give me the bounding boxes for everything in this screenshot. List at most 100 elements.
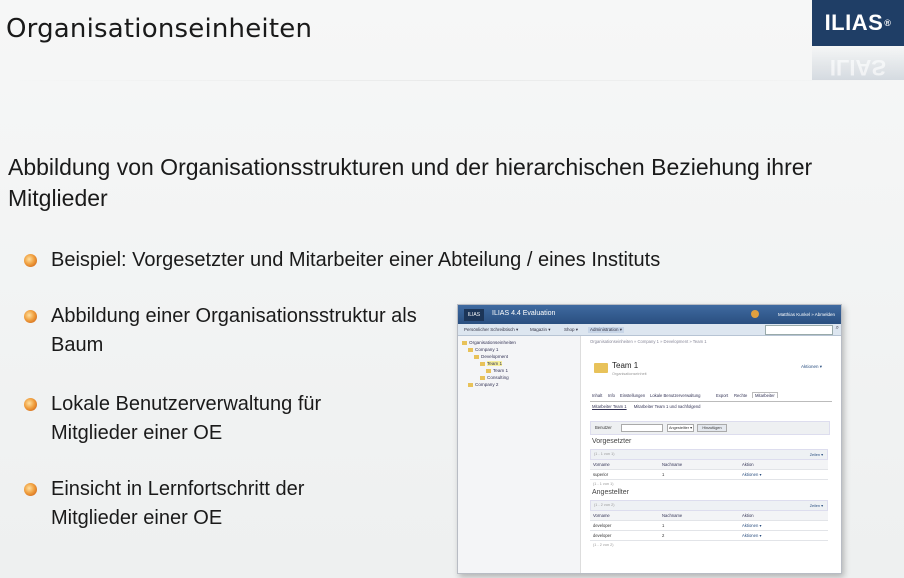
bullet-item: Beispiel: Vorgesetzter und Mitarbeiter e… bbox=[24, 246, 784, 275]
rows-dropdown[interactable]: Zeilen ▾ bbox=[810, 452, 823, 457]
column-header[interactable]: Nachname bbox=[662, 462, 682, 467]
folder-icon bbox=[486, 369, 491, 373]
row-actions-dropdown[interactable]: Aktionen ▾ bbox=[742, 472, 762, 477]
table-cell: 2 bbox=[662, 533, 665, 538]
tree-node-label: Company 2 bbox=[475, 382, 499, 387]
table-toolbar: (1 - 1 von 1) Zeilen ▾ bbox=[590, 449, 828, 460]
tree-node-label: Team 1 bbox=[487, 361, 503, 366]
tab-export[interactable]: Export bbox=[716, 393, 728, 398]
logo-reflection: ILIAS bbox=[812, 46, 904, 80]
bullet-icon bbox=[24, 310, 37, 323]
search-icon[interactable]: ⌕ bbox=[836, 325, 839, 332]
logo-mark: ® bbox=[884, 18, 892, 28]
bullet-icon bbox=[24, 483, 37, 496]
tree-node-label: Company 1 bbox=[475, 347, 499, 352]
tree-node[interactable]: Team 1 bbox=[486, 368, 508, 373]
rows-dropdown[interactable]: Zeilen ▾ bbox=[810, 503, 823, 508]
bullet-item: Abbildung einer Organisationsstruktur al… bbox=[24, 302, 424, 360]
tab-mitarbeiter[interactable]: Mitarbeiter bbox=[752, 392, 778, 398]
tree-node-label: Development bbox=[481, 354, 509, 359]
folder-icon bbox=[468, 348, 473, 352]
add-button[interactable]: Hinzufügen bbox=[697, 424, 727, 432]
user-label: Benutzer bbox=[595, 425, 612, 430]
screenshot-search-input[interactable] bbox=[765, 325, 833, 335]
bullet-text: Beispiel: Vorgesetzter und Mitarbeiter e… bbox=[51, 249, 661, 271]
bullet-text: Lokale Benutzerverwaltung für Mitglieder… bbox=[51, 393, 322, 444]
bullet-item: Lokale Benutzerverwaltung für Mitglieder… bbox=[24, 390, 384, 448]
embedded-screenshot: ILIAS ILIAS 4.4 Evaluation Matthias Kunk… bbox=[457, 304, 842, 574]
nav-item[interactable]: Administration ▾ bbox=[588, 327, 625, 333]
screenshot-nav: Persönlicher Schreibtisch ▾ Magazin ▾ Sh… bbox=[458, 324, 841, 336]
logo-text: ILIAS bbox=[824, 10, 884, 35]
tree-node[interactable]: Organisationseinheiten bbox=[462, 340, 516, 345]
table-cell: developer bbox=[593, 523, 612, 528]
user-input[interactable] bbox=[621, 424, 663, 432]
tree-node[interactable]: Consulting bbox=[480, 375, 509, 380]
bullet-item: Einsicht in Lernfortschritt der Mitglied… bbox=[24, 475, 344, 533]
bullet-icon bbox=[24, 254, 37, 267]
add-user-form: Benutzer Angestellter ▾ Hinzufügen bbox=[590, 421, 830, 435]
ilias-logo: ILIAS ® bbox=[812, 0, 904, 46]
screenshot-app-title: ILIAS 4.4 Evaluation bbox=[492, 310, 556, 317]
table-cell: 1 bbox=[662, 523, 665, 528]
logo-reflection-text: ILIAS bbox=[829, 55, 887, 80]
table-cell: 1 bbox=[662, 472, 665, 477]
tab-inhalt[interactable]: Inhalt bbox=[592, 393, 602, 398]
table-count: (1 - 1 von 1) bbox=[594, 452, 615, 456]
object-subtitle: Organisationseinheit bbox=[612, 372, 647, 376]
tree-node[interactable]: Company 2 bbox=[468, 382, 499, 387]
breadcrumb[interactable]: Organisationseinheiten » Company 1 » Dev… bbox=[590, 339, 707, 344]
subtab-team[interactable]: Mitarbeiter Team 1 bbox=[592, 404, 627, 409]
section-title: Angestellter bbox=[592, 489, 629, 496]
folder-icon bbox=[474, 355, 479, 359]
object-title: Team 1 bbox=[612, 361, 639, 370]
table-cell: superior bbox=[593, 472, 609, 477]
column-header[interactable]: Nachname bbox=[662, 513, 682, 518]
bullet-text: Abbildung einer Organisationsstruktur al… bbox=[51, 305, 417, 356]
tree-node[interactable]: Company 1 bbox=[468, 347, 499, 352]
bullet-icon bbox=[24, 398, 37, 411]
actions-dropdown[interactable]: Aktionen ▾ bbox=[801, 364, 822, 370]
tab-rechte[interactable]: Rechte bbox=[734, 393, 747, 398]
folder-icon bbox=[480, 362, 485, 366]
table-cell: developer bbox=[593, 533, 612, 538]
subtab-bar: Mitarbeiter Team 1 Mitarbeiter Team 1 un… bbox=[592, 404, 707, 409]
table-count: (1 - 1 von 1) bbox=[593, 482, 614, 486]
screenshot-logo: ILIAS bbox=[464, 309, 484, 321]
nav-item[interactable]: Persönlicher Schreibtisch ▾ bbox=[464, 327, 518, 333]
column-header: Aktion bbox=[742, 462, 754, 467]
nav-item[interactable]: Magazin ▾ bbox=[530, 327, 551, 333]
screenshot-main: Organisationseinheiten » Company 1 » Dev… bbox=[586, 336, 836, 573]
employee-table: (1 - 2 von 2) Zeilen ▾ Vorname Nachname Akt… bbox=[590, 500, 828, 549]
tab-einstellungen[interactable]: Einstellungen bbox=[620, 393, 645, 398]
screenshot-tree-panel: Organisationseinheiten Company 1 Develop… bbox=[458, 336, 581, 573]
tab-info[interactable]: Info bbox=[608, 393, 615, 398]
screenshot-user[interactable]: Matthias Kunkel » Abmelden bbox=[778, 312, 835, 317]
title-divider bbox=[0, 80, 904, 81]
tree-node-selected[interactable]: Team 1 bbox=[480, 361, 503, 366]
tree-node[interactable]: Development bbox=[474, 354, 508, 359]
table-row: developer 1 Aktionen ▾ bbox=[590, 521, 828, 531]
role-select[interactable]: Angestellter ▾ bbox=[667, 424, 694, 432]
row-actions-dropdown[interactable]: Aktionen ▾ bbox=[742, 523, 762, 528]
table-count: (1 - 2 von 2) bbox=[593, 543, 614, 547]
folder-icon bbox=[462, 341, 467, 345]
tab-bar: Inhalt Info Einstellungen Lokale Benutze… bbox=[590, 392, 832, 402]
column-header: Aktion bbox=[742, 513, 754, 518]
column-header[interactable]: Vorname bbox=[593, 462, 610, 467]
table-header-row: Vorname Nachname Aktion bbox=[590, 460, 828, 470]
table-row: developer 2 Aktionen ▾ bbox=[590, 531, 828, 541]
section-title: Vorgesetzter bbox=[592, 438, 632, 445]
row-actions-dropdown[interactable]: Aktionen ▾ bbox=[742, 533, 762, 538]
table-row: superior 1 Aktionen ▾ bbox=[590, 470, 828, 480]
superior-table: (1 - 1 von 1) Zeilen ▾ Vorname Nachname Akt… bbox=[590, 449, 828, 488]
slide-title: Organisationseinheiten bbox=[6, 14, 313, 44]
user-icon bbox=[751, 310, 759, 318]
slide-heading: Abbildung von Organisationsstrukturen un… bbox=[8, 154, 813, 211]
tab-lokale-benutzerverwaltung[interactable]: Lokale Benutzerverwaltung bbox=[650, 393, 701, 398]
column-header[interactable]: Vorname bbox=[593, 513, 610, 518]
subtab-team-nachfolgend[interactable]: Mitarbeiter Team 1 und nachfolgend bbox=[634, 404, 701, 409]
tree-node-label: Organisationseinheiten bbox=[469, 340, 516, 345]
nav-item[interactable]: Shop ▾ bbox=[564, 327, 578, 333]
tree-node-label: Consulting bbox=[487, 375, 509, 380]
